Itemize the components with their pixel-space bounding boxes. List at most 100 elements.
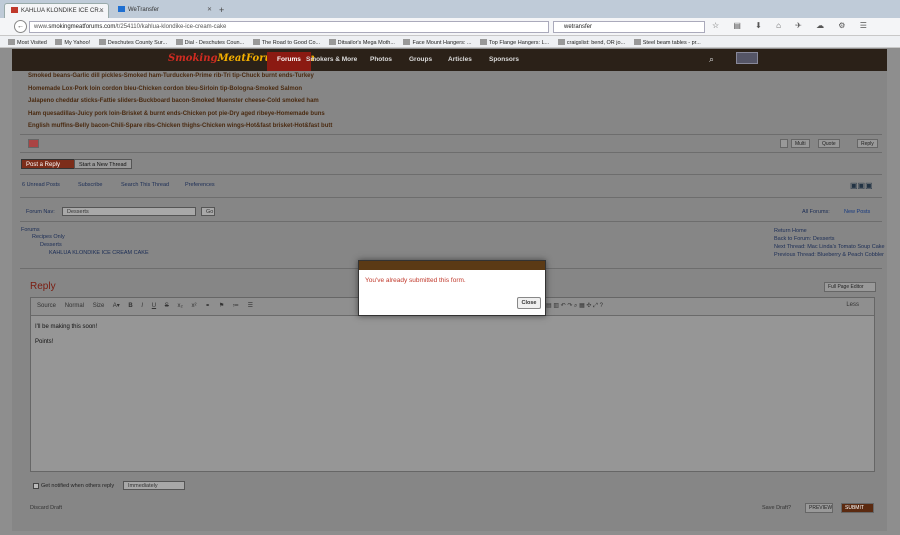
bookmark-label: Ditsailor's Mega Moth... xyxy=(337,40,395,46)
search-bar[interactable]: wetransfer xyxy=(553,21,705,33)
bookmark-icon xyxy=(175,39,183,45)
bookmark-icon xyxy=(8,39,15,45)
bookmark-item[interactable]: Dial - Deschutes Coun... xyxy=(175,39,245,46)
social-share-icons[interactable]: ▣▣▣ xyxy=(850,181,873,190)
italic-icon[interactable]: I xyxy=(141,303,143,309)
size-select[interactable]: Size xyxy=(93,303,105,309)
bookmark-item[interactable]: Steel beam tables - pr... xyxy=(633,39,701,46)
link-icon[interactable]: ⚭ xyxy=(205,303,210,309)
bookmark-item[interactable]: My Yahoo! xyxy=(55,39,90,46)
new-tab-icon[interactable]: + xyxy=(219,5,224,15)
browser-toolbar-icons[interactable]: ☆ ▤ ⬇ ⌂ ✈ ☁ ⚙ ☰ xyxy=(712,21,873,30)
bookmark-item[interactable]: craigslist: bend, OR jo... xyxy=(557,39,626,46)
tab-kahlua[interactable]: KAHLUA KLONDIKE ICE CR... ✕ xyxy=(4,3,109,18)
dialog-message: You've already submitted this form. xyxy=(365,277,466,284)
back-arrow-icon[interactable]: ← xyxy=(14,20,27,33)
search-icon[interactable]: ⌕ xyxy=(709,54,714,65)
divider xyxy=(20,197,882,198)
reply-editor[interactable]: Source Normal Size A▾ B I U S x₂ x² ⚭ ⚑ … xyxy=(30,297,875,472)
superscript-icon[interactable]: x² xyxy=(191,303,196,309)
numbered-list-icon[interactable]: ≔ xyxy=(233,303,239,309)
editor-tools-icons[interactable]: ▤ ▥ ↶ ↷ ⌕ ▦ ✣ ⤢ ? xyxy=(546,302,603,310)
preferences-link[interactable]: Preferences xyxy=(185,182,215,188)
nav-smokers[interactable]: Smokers & More xyxy=(306,56,357,63)
user-avatar[interactable] xyxy=(736,52,758,64)
bookmark-icon xyxy=(328,39,336,45)
breadcrumb-recipes[interactable]: Recipes Only xyxy=(32,234,65,240)
breadcrumb-desserts[interactable]: Desserts xyxy=(40,242,62,248)
reply-button[interactable]: Reply xyxy=(857,139,878,148)
multi-quote-button[interactable]: Multi xyxy=(791,139,810,148)
signature-line: English muffins-Belly bacon-Chili-Spare … xyxy=(28,123,333,129)
close-tab-icon[interactable]: ✕ xyxy=(99,7,104,14)
url-path: /t/254110/kahlua-klondike-ice-cream-cake xyxy=(115,24,227,30)
next-thread-link[interactable]: Next Thread: Mac Linda's Tomato Soup Cak… xyxy=(774,244,885,250)
thumbs-up-icon[interactable] xyxy=(780,139,788,148)
bookmark-item[interactable]: Top Flange Hangers: L... xyxy=(480,39,550,46)
strikethrough-icon[interactable]: S xyxy=(165,303,169,309)
notify-select[interactable]: Immediately xyxy=(123,481,185,490)
bookmark-item[interactable]: The Road to Good Co... xyxy=(252,39,320,46)
bookmark-icon xyxy=(55,39,63,45)
search-thread-link[interactable]: Search This Thread xyxy=(121,182,169,188)
url-prefix: www. xyxy=(34,24,49,30)
bold-icon[interactable]: B xyxy=(128,303,132,309)
tab-bar: KAHLUA KLONDIKE ICE CR... ✕ WeTransfer ✕ + xyxy=(0,0,900,18)
bookmarks-bar: Most Visited My Yahoo! Deschutes County … xyxy=(0,36,900,48)
close-button[interactable]: Close xyxy=(517,297,541,309)
breadcrumb-forums[interactable]: Forums xyxy=(21,227,40,233)
less-toggle[interactable]: Less xyxy=(846,302,859,308)
bookmark-item[interactable]: Ditsailor's Mega Moth... xyxy=(328,39,395,46)
format-select[interactable]: Normal xyxy=(65,303,84,309)
bullet-list-icon[interactable]: ☰ xyxy=(248,303,253,309)
all-forums-label: All Forums: xyxy=(802,209,830,215)
previous-thread-link[interactable]: Previous Thread: Blueberry & Peach Cobbl… xyxy=(774,252,884,258)
editor-line: I'll be making this soon! xyxy=(35,324,98,330)
new-posts-link[interactable]: New Posts xyxy=(844,209,870,215)
nav-groups[interactable]: Groups xyxy=(409,56,432,63)
return-home-link[interactable]: Return Home xyxy=(774,228,807,234)
url-bar[interactable]: www.smokingmeatforums.com/t/254110/kahlu… xyxy=(29,21,549,33)
subscribe-link[interactable]: Subscribe xyxy=(78,182,102,188)
discard-draft-link[interactable]: Discard Draft xyxy=(30,505,62,511)
navigation-bar: ← www.smokingmeatforums.com/t/254110/kah… xyxy=(0,18,900,36)
source-button[interactable]: Source xyxy=(37,303,56,309)
quote-button[interactable]: Quote xyxy=(818,139,840,148)
error-dialog: You've already submitted this form. Clos… xyxy=(358,260,546,316)
bookmark-item[interactable]: Face Mount Hangers: ... xyxy=(403,39,471,46)
nav-forums[interactable]: Forums xyxy=(267,52,311,71)
reply-heading: Reply xyxy=(30,281,56,292)
bookmark-item[interactable]: Deschutes County Sur... xyxy=(98,39,167,46)
notify-checkbox[interactable] xyxy=(33,483,39,489)
editor-body[interactable]: I'll be making this soon! Points! xyxy=(35,324,97,354)
go-button[interactable]: Go xyxy=(201,207,215,216)
tab-wetransfer[interactable]: WeTransfer ✕ xyxy=(112,3,216,18)
nav-articles[interactable]: Articles xyxy=(448,56,472,63)
preview-button[interactable]: PREVIEW xyxy=(805,503,833,513)
subscript-icon[interactable]: x₂ xyxy=(177,303,182,309)
forum-nav-select[interactable]: Desserts xyxy=(62,207,196,216)
divider xyxy=(20,174,882,175)
bookmark-label: Dial - Deschutes Coun... xyxy=(184,40,245,46)
close-tab-icon[interactable]: ✕ xyxy=(207,6,212,13)
bookmark-icon xyxy=(98,39,106,45)
divider xyxy=(20,152,882,153)
bookmark-label: Top Flange Hangers: L... xyxy=(489,40,550,46)
start-new-thread-button[interactable]: Start a New Thread xyxy=(74,159,132,169)
bookmark-icon xyxy=(252,39,260,45)
bookmark-icon xyxy=(403,39,411,45)
bookmark-item[interactable]: Most Visited xyxy=(8,39,47,46)
underline-icon[interactable]: U xyxy=(152,303,156,309)
nav-sponsors[interactable]: Sponsors xyxy=(489,56,519,63)
submit-button[interactable]: SUBMIT xyxy=(841,503,874,513)
flag-icon[interactable]: ⚑ xyxy=(219,303,224,309)
back-to-forum-link[interactable]: Back to Forum: Desserts xyxy=(774,236,835,242)
post-reply-button[interactable]: Post a Reply xyxy=(21,159,77,169)
font-color-icon[interactable]: A▾ xyxy=(113,303,120,309)
report-flag-icon[interactable] xyxy=(28,139,39,148)
nav-photos[interactable]: Photos xyxy=(370,56,392,63)
full-page-editor-button[interactable]: Full Page Editor xyxy=(824,282,876,292)
save-draft-link[interactable]: Save Draft? xyxy=(762,505,791,511)
bookmark-label: craigslist: bend, OR jo... xyxy=(566,40,626,46)
unread-posts-link[interactable]: 6 Unread Posts xyxy=(22,182,60,188)
